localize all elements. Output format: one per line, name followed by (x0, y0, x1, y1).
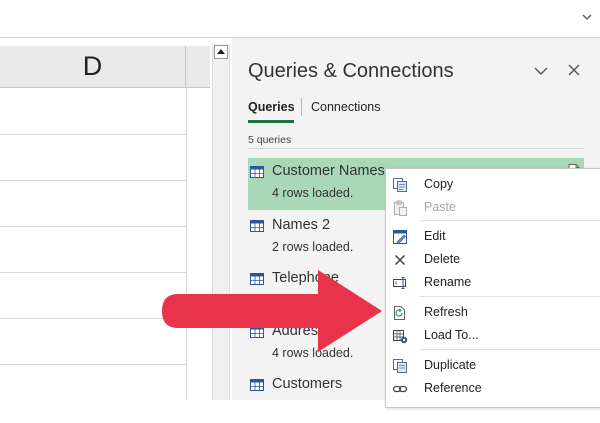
active-tab-indicator (248, 120, 294, 123)
duplicate-icon (393, 359, 407, 373)
menu-item-label: Load To... (424, 328, 479, 342)
menu-item-label: Rename (424, 275, 472, 289)
query-name: Customer Names (272, 163, 385, 179)
menu-item-label: Refresh (424, 305, 468, 319)
chevron-down-icon[interactable] (580, 10, 594, 24)
query-name: Telephone (272, 270, 339, 286)
menu-separator (420, 296, 600, 297)
row-gridline (0, 180, 186, 181)
menu-item-delete[interactable]: Delete (386, 248, 600, 271)
query-status: 4 rows loaded. (272, 346, 354, 360)
close-icon[interactable] (566, 62, 582, 78)
column-header-next[interactable] (186, 46, 210, 88)
load-to-icon (393, 330, 408, 344)
table-icon (250, 166, 264, 178)
menu-item-copy[interactable]: Copy (386, 173, 600, 196)
menu-separator (420, 349, 600, 350)
menu-item-rename[interactable]: Rename (386, 271, 600, 294)
query-name: Address (272, 323, 326, 339)
table-icon (250, 220, 264, 232)
menu-item-label: Reference (424, 381, 482, 395)
column-gridline (186, 88, 187, 400)
edit-icon (393, 230, 407, 244)
refresh-icon (394, 306, 405, 320)
query-count: 5 queries (248, 134, 292, 146)
pane-title: Queries & Connections (248, 60, 454, 82)
spreadsheet-grid[interactable]: D (0, 38, 210, 400)
tab-divider (301, 98, 302, 116)
row-gridline (0, 272, 186, 273)
column-header-d[interactable]: D (0, 46, 186, 88)
rename-icon (393, 277, 406, 289)
query-status: 4 rows loaded. (272, 186, 354, 200)
menu-item-label: Paste (424, 200, 456, 214)
menu-item-paste: Paste (386, 196, 600, 219)
menu-item-refresh[interactable]: Refresh (386, 301, 600, 324)
row-gridline (0, 318, 186, 319)
query-name: Names 2 (272, 217, 331, 233)
formula-bar[interactable] (0, 0, 600, 38)
table-icon (250, 326, 264, 338)
context-menu: Copy Paste Edit Delete Rename Refresh Lo… (385, 168, 600, 408)
query-status: 4 rows lo (272, 293, 323, 307)
scroll-up-button[interactable] (214, 45, 228, 59)
query-status: 2 rows loaded. (272, 240, 354, 254)
row-gridline (0, 226, 186, 227)
vertical-scrollbar[interactable] (212, 44, 230, 400)
table-icon (250, 273, 264, 285)
chevron-down-icon[interactable] (532, 62, 550, 80)
paste-icon (394, 200, 407, 216)
tab-connections[interactable]: Connections (311, 100, 381, 114)
menu-separator (420, 220, 600, 221)
menu-item-label: Delete (424, 252, 461, 266)
menu-item-reference[interactable]: Reference (386, 377, 600, 400)
menu-item-edit[interactable]: Edit (386, 225, 600, 248)
row-gridline (0, 134, 186, 135)
menu-item-label: Copy (424, 177, 454, 191)
menu-item-label: Duplicate (424, 358, 477, 372)
reference-icon (392, 385, 408, 393)
table-icon (250, 379, 264, 391)
copy-icon (393, 178, 407, 192)
column-header-label: D (82, 51, 103, 81)
row-gridline (0, 364, 186, 365)
query-name: Customers (272, 376, 343, 392)
tab-queries[interactable]: Queries (248, 100, 295, 114)
delete-icon (394, 254, 406, 266)
menu-item-load-to[interactable]: Load To... (386, 324, 600, 347)
menu-item-duplicate[interactable]: Duplicate (386, 354, 600, 377)
menu-item-label: Edit (424, 229, 446, 243)
triangle-up-icon (217, 49, 225, 54)
divider (248, 148, 584, 149)
